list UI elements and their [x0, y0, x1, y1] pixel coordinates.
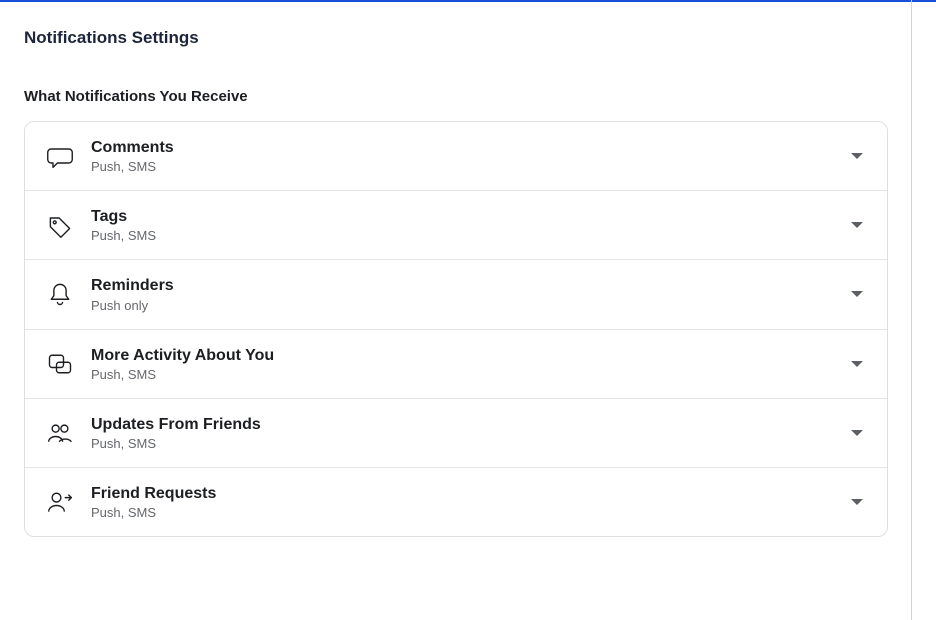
setting-row-sub: Push, SMS — [91, 505, 851, 520]
setting-row-sub: Push, SMS — [91, 436, 851, 451]
comment-icon — [43, 139, 77, 173]
setting-row-friend-requests[interactable]: Friend Requests Push, SMS — [25, 468, 887, 536]
chevron-down-icon — [851, 361, 863, 367]
settings-card: Comments Push, SMS Tags Push, SMS — [24, 121, 888, 537]
setting-row-title: Friend Requests — [91, 484, 851, 503]
setting-row-title: Tags — [91, 207, 851, 226]
setting-row-updates-friends[interactable]: Updates From Friends Push, SMS — [25, 399, 887, 468]
friend-request-icon — [43, 485, 77, 519]
chevron-down-icon — [851, 499, 863, 505]
chevron-down-icon — [851, 291, 863, 297]
main-content: Notifications Settings What Notification… — [0, 0, 936, 537]
setting-row-title: Updates From Friends — [91, 415, 851, 434]
setting-row-text: Comments Push, SMS — [91, 138, 851, 174]
tag-icon — [43, 208, 77, 242]
setting-row-more-activity[interactable]: More Activity About You Push, SMS — [25, 330, 887, 399]
setting-row-text: Tags Push, SMS — [91, 207, 851, 243]
friends-icon — [43, 416, 77, 450]
setting-row-sub: Push, SMS — [91, 159, 851, 174]
activity-icon — [43, 347, 77, 381]
setting-row-title: Reminders — [91, 276, 851, 295]
setting-row-sub: Push, SMS — [91, 367, 851, 382]
setting-row-sub: Push, SMS — [91, 228, 851, 243]
setting-row-text: More Activity About You Push, SMS — [91, 346, 851, 382]
right-divider — [911, 0, 912, 620]
page-title: Notifications Settings — [24, 28, 912, 48]
top-accent-bar — [0, 0, 936, 2]
setting-row-tags[interactable]: Tags Push, SMS — [25, 191, 887, 260]
bell-icon — [43, 277, 77, 311]
chevron-down-icon — [851, 153, 863, 159]
setting-row-text: Reminders Push only — [91, 276, 851, 312]
setting-row-reminders[interactable]: Reminders Push only — [25, 260, 887, 329]
chevron-down-icon — [851, 222, 863, 228]
chevron-down-icon — [851, 430, 863, 436]
setting-row-text: Updates From Friends Push, SMS — [91, 415, 851, 451]
setting-row-text: Friend Requests Push, SMS — [91, 484, 851, 520]
setting-row-sub: Push only — [91, 298, 851, 313]
setting-row-comments[interactable]: Comments Push, SMS — [25, 122, 887, 191]
section-heading: What Notifications You Receive — [24, 88, 912, 105]
setting-row-title: More Activity About You — [91, 346, 851, 365]
setting-row-title: Comments — [91, 138, 851, 157]
